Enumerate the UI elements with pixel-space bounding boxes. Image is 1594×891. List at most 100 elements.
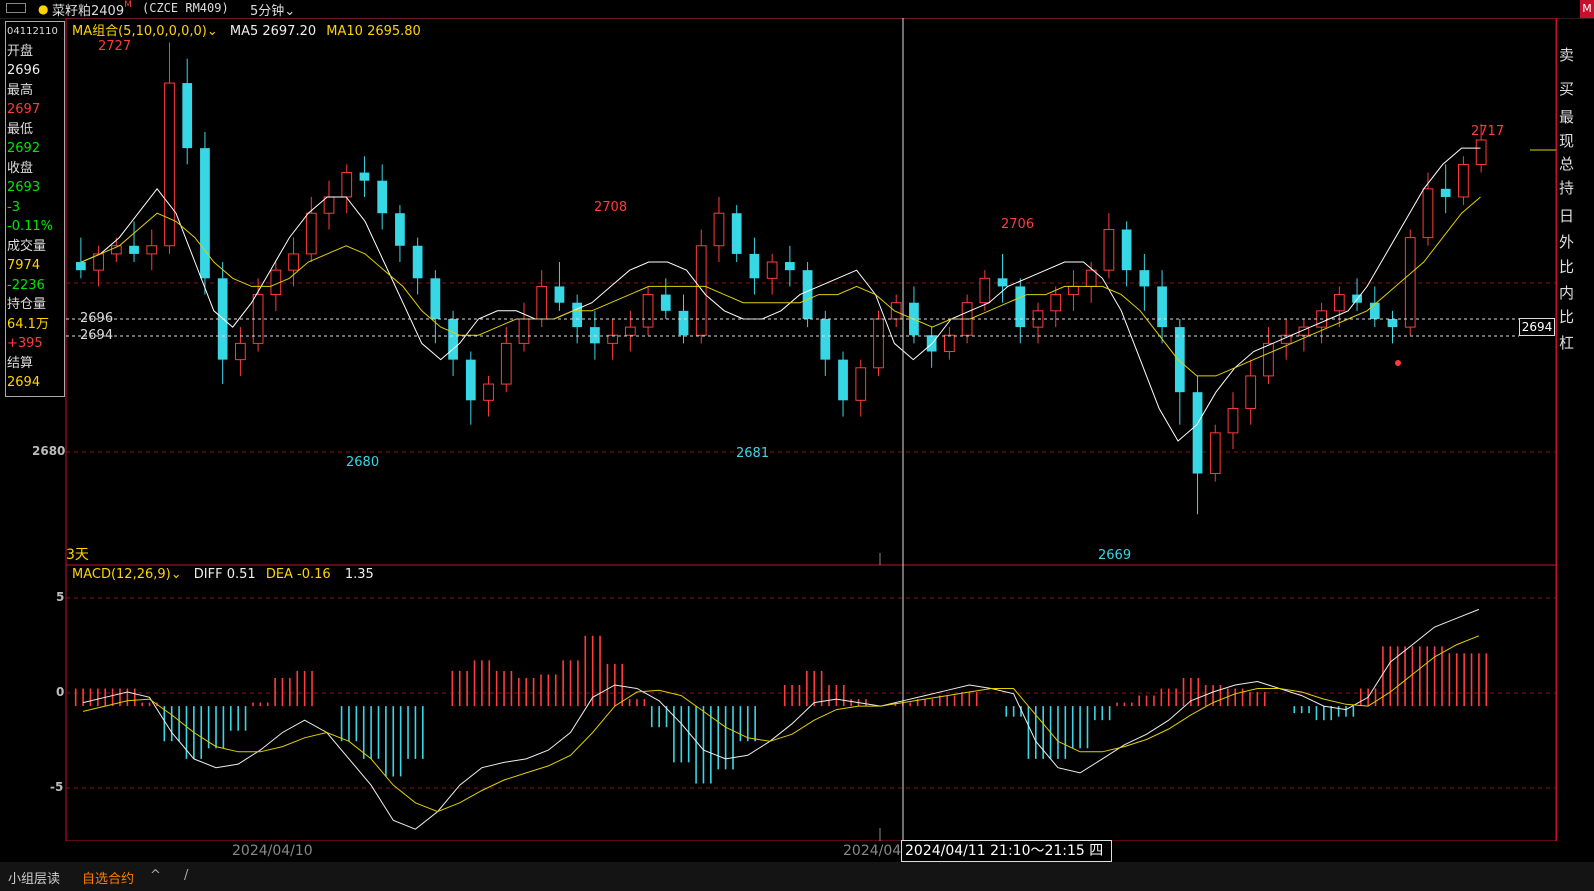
candle-body <box>1245 375 1257 409</box>
chevron-down-icon: ⌄ <box>206 24 218 39</box>
current-price-tag: 2694 <box>1519 318 1555 336</box>
ma5-value: MA5 2697.20 <box>229 24 317 39</box>
macd-pane <box>74 608 1488 830</box>
high-mark-2727: 2727 <box>98 39 132 54</box>
candle-body <box>377 180 388 214</box>
candle-body <box>1015 286 1026 328</box>
ma-legend[interactable]: MA组合(5,10,0,0,0,0)⌄ MA5 2697.20 MA10 269… <box>72 20 421 39</box>
candle-body <box>1404 237 1416 328</box>
grid-lines <box>66 282 1556 789</box>
candle-body <box>802 270 813 319</box>
candle-body <box>642 294 654 328</box>
candle-body <box>430 278 441 319</box>
right-panel-label: 现 <box>1559 132 1575 150</box>
candle-body <box>536 285 548 320</box>
right-panel-label: 买 <box>1559 80 1575 98</box>
dea-value: DEA -0.16 <box>265 567 331 582</box>
candle-body <box>624 326 636 336</box>
time-label-1: 2024/04/10 <box>232 843 313 859</box>
candle-body <box>678 310 689 336</box>
window-icon[interactable] <box>6 3 26 13</box>
candle-body <box>784 262 795 271</box>
low-value: 2692 <box>7 141 41 156</box>
change-pct-value: -0.11% <box>7 219 53 234</box>
volume-value: 7974 <box>7 258 41 273</box>
candle-body <box>1121 229 1132 271</box>
candle-body <box>500 342 512 385</box>
chevron-down-icon: ⌄ <box>284 4 296 19</box>
open-label: 开盘 <box>7 43 34 59</box>
slash-icon[interactable]: / <box>184 868 188 883</box>
candle-body <box>1209 432 1221 475</box>
kline-chart[interactable] <box>0 18 1556 841</box>
high-mark-2717: 2717 <box>1471 124 1505 139</box>
quote-info-box: 04112110 开盘 2696 最高 2697 最低 2692 收盘 2693… <box>5 21 65 397</box>
candle-body <box>412 245 423 279</box>
candle-body <box>695 245 707 336</box>
caret-up-icon[interactable]: ^ <box>150 868 161 883</box>
close-value: 2693 <box>7 180 41 195</box>
candle-body <box>395 213 405 246</box>
right-panel-label: 日 <box>1559 207 1575 225</box>
candle-body <box>1369 302 1380 319</box>
bottom-tab-1[interactable]: 小组层读 <box>8 868 60 887</box>
candle-body <box>1440 188 1451 197</box>
ma10-value: MA10 2695.80 <box>326 24 421 39</box>
right-panel-label: 最 <box>1559 108 1575 126</box>
candle-body <box>235 342 246 361</box>
ma-group-label[interactable]: MA组合(5,10,0,0,0,0) <box>72 24 207 39</box>
close-label: 收盘 <box>7 160 34 176</box>
ma5-line <box>81 147 1481 442</box>
settle-label: 结算 <box>7 355 34 371</box>
open-value: 2696 <box>7 63 41 78</box>
bar-datetime: 04112110 <box>7 26 58 37</box>
candle-body <box>518 318 530 344</box>
chevron-down-icon: ⌄ <box>170 567 182 582</box>
candle-body <box>766 261 778 279</box>
bottom-tab-watchlist[interactable]: 自选合约 <box>82 868 134 887</box>
title-bar: ● 菜籽粕2409M (CZCE RM409) 5分钟⌄ M <box>0 0 1594 19</box>
candle-body <box>465 359 476 401</box>
candle-body <box>997 278 1008 287</box>
right-panel-label: 比 <box>1559 258 1575 276</box>
candle-body <box>75 262 86 271</box>
candle-body <box>146 245 158 255</box>
period-selector[interactable]: 5分钟⌄ <box>250 0 295 19</box>
candle-body <box>359 172 370 181</box>
candle-body <box>554 286 565 303</box>
high-label: 最高 <box>7 82 34 98</box>
macd-axis-5: 5 <box>56 590 65 604</box>
candle-body <box>944 334 955 353</box>
low-label: 最低 <box>7 121 34 137</box>
macd-axis-0: 0 <box>56 685 65 699</box>
bottom-bar: 小组层读 自选合约 ^ / <box>0 862 1594 891</box>
right-panel-label: 内 <box>1559 284 1575 302</box>
candle-body <box>1422 188 1434 239</box>
diff-value: DIFF 0.51 <box>193 567 256 582</box>
right-tab[interactable]: M <box>1580 0 1594 18</box>
diff-line <box>82 608 1480 830</box>
right-panel-label: 比 <box>1559 308 1575 326</box>
change-value: -3 <box>7 199 20 215</box>
days-label: 3天 <box>66 547 89 563</box>
candle-body <box>288 253 299 271</box>
high-value: 2697 <box>7 102 41 117</box>
candle-body <box>731 213 742 254</box>
symbol-title[interactable]: 菜籽粕2409M <box>52 0 132 19</box>
candle-body <box>855 367 867 401</box>
right-panel-label: 外 <box>1559 233 1575 251</box>
low-mark-2680: 2680 <box>346 455 380 470</box>
candle-body <box>483 383 494 401</box>
candle-body <box>200 148 210 279</box>
right-panel-label: 持 <box>1559 179 1575 197</box>
macd-name[interactable]: MACD(12,26,9) <box>72 567 171 582</box>
macd-axis-m5: -5 <box>50 780 64 794</box>
candle-body <box>341 172 353 198</box>
axis-2696: 2696 <box>80 311 114 326</box>
volume-change-value: -2236 <box>7 277 45 293</box>
candle-body <box>323 196 335 214</box>
macd-legend[interactable]: MACD(12,26,9)⌄ DIFF 0.51 DEA -0.16 1.35 <box>72 567 374 582</box>
candles <box>75 42 1487 515</box>
candle-body <box>590 327 600 344</box>
oi-change-value: +395 <box>7 336 43 351</box>
